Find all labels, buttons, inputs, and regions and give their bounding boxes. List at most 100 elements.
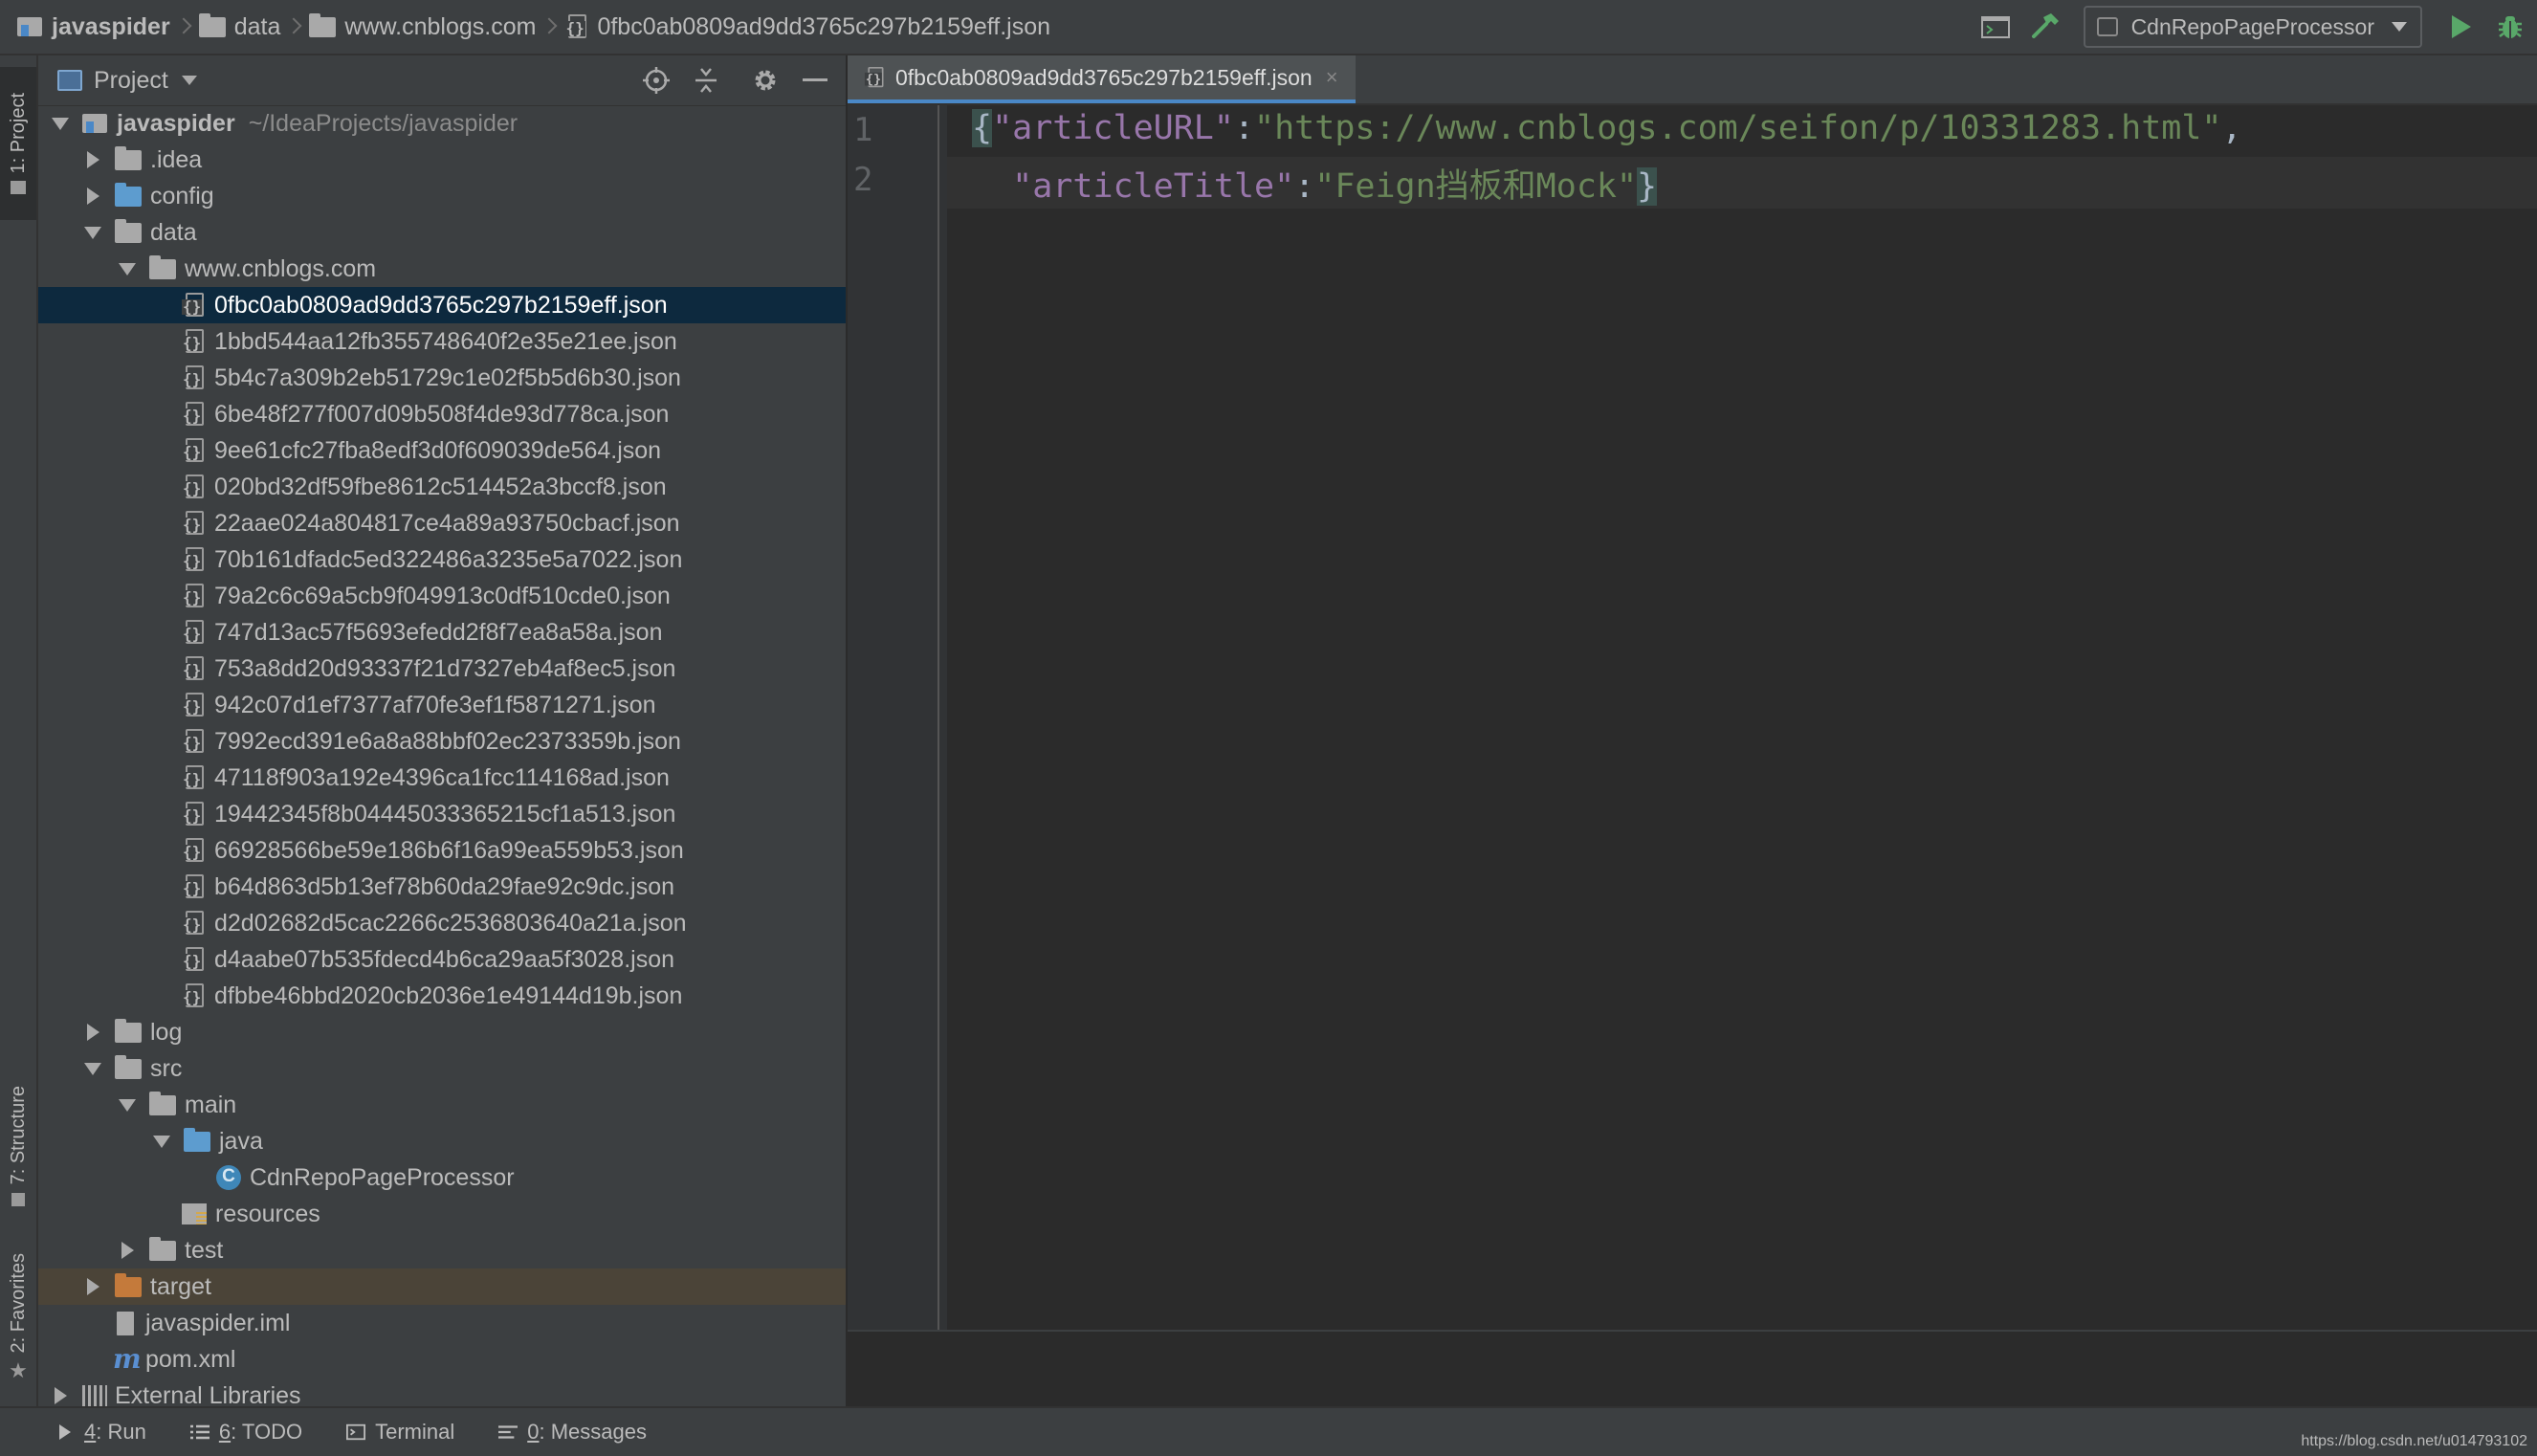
tab-structure-tool[interactable]: 7: Structure xyxy=(0,1041,36,1251)
messages-tool-button[interactable]: 0: Messages xyxy=(498,1420,647,1445)
tree-item-json-file[interactable]: b64d863d5b13ef78b60da29fae92c9dc.json xyxy=(38,869,846,905)
tree-item-processor[interactable]: CdnRepoPageProcessor xyxy=(38,1159,846,1196)
folder-icon xyxy=(198,12,226,37)
tree-item-iml[interactable]: javaspider.iml xyxy=(38,1305,846,1341)
json-file-icon xyxy=(182,364,207,391)
breadcrumb-data[interactable]: data xyxy=(198,12,280,41)
tree-item-json-file[interactable]: 753a8dd20d93337f21d7327eb4af8ec5.json xyxy=(38,651,846,687)
chevron-down-icon[interactable] xyxy=(119,1098,136,1112)
chevron-down-icon[interactable] xyxy=(119,262,136,276)
tree-item-log[interactable]: log xyxy=(38,1014,846,1050)
structure-icon xyxy=(11,1192,25,1206)
terminal-window-icon[interactable] xyxy=(1978,10,2013,44)
tree-item-json-file[interactable]: d4aabe07b535fdecd4b6ca29aa5f3028.json xyxy=(38,941,846,978)
tree-item-root[interactable]: javaspider ~/IdeaProjects/javaspider xyxy=(38,105,846,142)
tree-item-json-file[interactable]: 19442345f8b04445033365215cf1a513.json xyxy=(38,796,846,832)
run-tool-button[interactable]: 4: Run xyxy=(55,1420,146,1445)
tree-item-config[interactable]: config xyxy=(38,178,846,214)
terminal-tool-button[interactable]: Terminal xyxy=(346,1420,454,1445)
tree-item-json-file[interactable]: 22aae024a804817ce4a89a93750cbacf.json xyxy=(38,505,846,541)
build-hammer-icon[interactable] xyxy=(2028,10,2063,44)
json-file-icon xyxy=(182,437,207,464)
run-configuration-selector[interactable]: CdnRepoPageProcessor xyxy=(2083,6,2422,48)
chevron-down-icon[interactable] xyxy=(52,117,69,130)
close-icon[interactable]: × xyxy=(1326,65,1338,90)
hide-panel-icon[interactable] xyxy=(798,63,832,98)
folder-icon xyxy=(115,145,142,170)
tree-item-json-file[interactable]: 747d13ac57f5693efedd2f8f7ea8a58a.json xyxy=(38,614,846,651)
tree-item-json-file[interactable]: 942c07d1ef7377af70fe3ef1f5871271.json xyxy=(38,687,846,723)
tree-item-data[interactable]: data xyxy=(38,214,846,251)
folder-icon xyxy=(115,1054,142,1079)
project-view-selector[interactable]: Project xyxy=(94,67,168,95)
json-file-icon xyxy=(182,837,207,864)
chevron-right-icon[interactable] xyxy=(87,188,99,205)
editor-area: 0fbc0ab0809ad9dd3765c297b2159eff.json × … xyxy=(848,55,2537,1406)
tree-item-resources[interactable]: resources xyxy=(38,1196,846,1232)
todo-tool-button[interactable]: 6: TODO xyxy=(189,1420,302,1445)
tree-item-json-file[interactable]: d2d02682d5cac2266c2536803640a21a.json xyxy=(38,905,846,941)
tree-item-json-file[interactable]: 79a2c6c69a5cb9f049913c0df510cde0.json xyxy=(38,578,846,614)
json-string: "https://www.cnblogs.com/seifon/p/103312… xyxy=(1254,109,2222,147)
watermark-text: https://blog.csdn.net/u014793102 xyxy=(2301,1433,2527,1449)
breadcrumb-file[interactable]: 0fbc0ab0809ad9dd3765c297b2159eff.json xyxy=(564,13,1050,41)
breadcrumb-project[interactable]: javaspider xyxy=(17,13,170,41)
collapse-all-icon[interactable] xyxy=(689,63,723,98)
json-file-icon xyxy=(182,619,207,646)
chevron-right-icon[interactable] xyxy=(55,1387,67,1404)
run-play-icon xyxy=(55,1423,75,1441)
run-play-icon[interactable] xyxy=(2443,10,2478,44)
folder-icon xyxy=(149,254,176,279)
tree-item-cnblogs[interactable]: www.cnblogs.com xyxy=(38,251,846,287)
locate-file-icon[interactable] xyxy=(639,63,673,98)
json-file-icon xyxy=(182,655,207,682)
tree-item-json-file[interactable]: 0fbc0ab0809ad9dd3765c297b2159eff.json xyxy=(38,287,846,323)
tree-item-json-file[interactable]: 5b4c7a309b2eb51729c1e02f5b5d6b30.json xyxy=(38,360,846,396)
tab-project-tool[interactable]: 1: Project xyxy=(0,67,36,220)
json-file-icon xyxy=(182,692,207,718)
debug-bug-icon[interactable] xyxy=(2493,10,2527,44)
gear-icon[interactable] xyxy=(748,63,783,98)
json-file-icon xyxy=(182,946,207,973)
bottom-tool-bar: 4: Run 6: TODO Terminal 0: Messages http… xyxy=(0,1406,2537,1456)
tab-favorites-tool[interactable]: 2: Favorites ★ xyxy=(0,1232,36,1404)
tree-item-json-file[interactable]: 020bd32df59fbe8612c514452a3bccf8.json xyxy=(38,469,846,505)
chevron-right-icon[interactable] xyxy=(87,1278,99,1295)
list-icon xyxy=(189,1423,210,1441)
tree-item-json-file[interactable]: 9ee61cfc27fba8edf3d0f609039de564.json xyxy=(38,432,846,469)
breadcrumb-separator-icon xyxy=(288,17,299,36)
json-file-list: 0fbc0ab0809ad9dd3765c297b2159eff.json1bb… xyxy=(38,287,846,1014)
chevron-right-icon[interactable] xyxy=(87,151,99,168)
tree-item-json-file[interactable]: 1bbd544aa12fb355748640f2e35e21ee.json xyxy=(38,323,846,360)
tree-item-src[interactable]: src xyxy=(38,1050,846,1087)
tree-item-main[interactable]: main xyxy=(38,1087,846,1123)
line-number: 2 xyxy=(853,161,873,199)
tree-item-external-libraries[interactable]: External Libraries xyxy=(38,1378,846,1406)
tree-item-json-file[interactable]: 7992ecd391e6a8a88bbf02ec2373359b.json xyxy=(38,723,846,760)
json-file-icon xyxy=(182,328,207,355)
tree-item-json-file[interactable]: 6be48f277f007d09b508f4de93d778ca.json xyxy=(38,396,846,432)
java-class-icon xyxy=(216,1165,241,1190)
folder-icon xyxy=(115,218,142,243)
chevron-down-icon[interactable] xyxy=(153,1135,170,1148)
project-tree: javaspider ~/IdeaProjects/javaspider .id… xyxy=(38,105,846,1406)
tree-item-test[interactable]: test xyxy=(38,1232,846,1268)
json-file-icon xyxy=(182,510,207,537)
tree-item-json-file[interactable]: 66928566be59e186b6f16a99ea559b53.json xyxy=(38,832,846,869)
chevron-right-icon[interactable] xyxy=(121,1242,134,1259)
module-file-icon xyxy=(117,1311,134,1335)
tree-item-java[interactable]: java xyxy=(38,1123,846,1159)
tree-item-target[interactable]: target xyxy=(38,1268,846,1305)
tree-item-idea[interactable]: .idea xyxy=(38,142,846,178)
code-editor[interactable]: 1 2 {"articleURL":"https://www.cnblogs.c… xyxy=(848,105,2537,1330)
chevron-down-icon[interactable] xyxy=(84,1062,101,1075)
chevron-down-icon[interactable] xyxy=(84,226,101,239)
tree-item-json-file[interactable]: 70b161dfadc5ed322486a3235e5a7022.json xyxy=(38,541,846,578)
chevron-down-icon[interactable] xyxy=(181,76,197,85)
chevron-right-icon[interactable] xyxy=(87,1024,99,1041)
tree-item-pom[interactable]: m pom.xml xyxy=(38,1341,846,1378)
tree-item-json-file[interactable]: 47118f903a192e4396ca1fcc114168ad.json xyxy=(38,760,846,796)
breadcrumb-cnblogs[interactable]: www.cnblogs.com xyxy=(309,12,536,41)
tree-item-json-file[interactable]: dfbbe46bbd2020cb2036e1e49144d19b.json xyxy=(38,978,846,1014)
editor-tab-json[interactable]: 0fbc0ab0809ad9dd3765c297b2159eff.json × xyxy=(848,55,1356,103)
